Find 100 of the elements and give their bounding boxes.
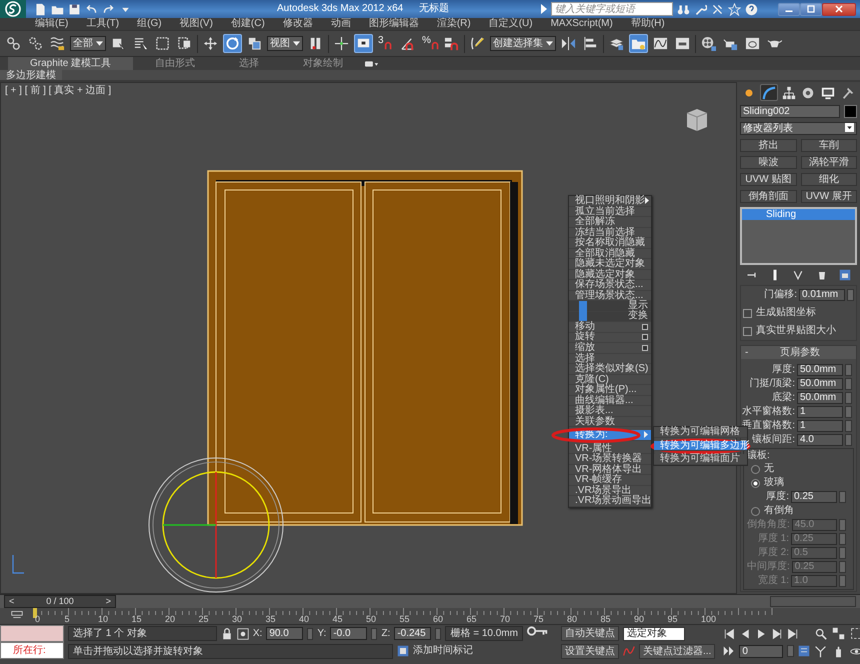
selection-set-dropdown[interactable]: 选定对象 [623, 626, 685, 641]
save-icon[interactable] [68, 2, 81, 16]
menu-item[interactable]: VR-场景转换器 [569, 454, 651, 464]
modifier-button[interactable]: 挤出 [740, 139, 796, 152]
ribbon-panel-label[interactable]: 多边形建模 [0, 70, 62, 80]
modifier-button[interactable]: 涡轮平滑 [800, 156, 857, 169]
toolbar-button[interactable] [26, 34, 45, 53]
go-to-end-icon[interactable] [787, 628, 800, 640]
number-field[interactable]: 50.0mm [797, 378, 843, 390]
menu-item[interactable]: 对象属性(P)... [569, 385, 651, 396]
toolbar-button[interactable] [332, 34, 351, 53]
time-slider-thumb[interactable]: < 0 / 100 > [4, 595, 116, 608]
number-field[interactable]: 50.0mm [797, 364, 843, 376]
toolbar-button[interactable] [354, 34, 373, 53]
menu-item[interactable]: VR-属性 [569, 444, 651, 454]
color-swatch[interactable] [844, 105, 857, 118]
collapse-toggle[interactable]: - [745, 346, 748, 359]
expand-arrow-icon[interactable] [541, 4, 547, 14]
auto-key-button[interactable]: 自动关键点 [561, 626, 619, 642]
options-box-icon[interactable] [642, 334, 648, 340]
search-field[interactable]: 键入关键字或短语 [551, 2, 673, 16]
menu-item[interactable]: .VR场景动画导出 [569, 496, 651, 506]
absolute-mode-icon[interactable] [236, 628, 249, 640]
help-icon[interactable] [745, 2, 758, 16]
dropdown[interactable]: 视图 [267, 36, 303, 51]
stack-item[interactable]: Sliding [742, 209, 855, 220]
object-name-field[interactable]: Sliding002 [740, 105, 840, 118]
play-icon[interactable] [755, 628, 768, 640]
options-box-icon[interactable] [642, 344, 648, 351]
menu-item[interactable]: 图形编辑器 [368, 18, 419, 30]
modifier-button[interactable]: 车削 [800, 139, 857, 152]
number-field[interactable]: 0.25 [791, 491, 837, 503]
zoom-icon[interactable] [814, 627, 828, 640]
fork-icon[interactable] [792, 269, 804, 281]
maximize-button[interactable] [800, 2, 822, 16]
close-button[interactable] [822, 2, 856, 16]
panel-tab[interactable] [760, 84, 778, 101]
menu-item[interactable]: 摄影表... [569, 406, 651, 416]
menu-item[interactable]: 组(G) [137, 18, 162, 30]
menu-item[interactable]: 曲线编辑器... [569, 396, 651, 406]
menu-item[interactable]: 选择 [569, 354, 651, 364]
frame-field[interactable]: 0 [739, 644, 784, 658]
time-config-icon[interactable] [798, 645, 810, 657]
coordinate-field[interactable]: -0.0 [330, 627, 368, 640]
view-cube-icon[interactable] [684, 107, 710, 133]
ribbon-tab[interactable]: 对象绘制 [281, 57, 366, 70]
key-mode-icon[interactable] [723, 645, 736, 657]
number-field[interactable]: 1 [797, 420, 843, 432]
minimize-button[interactable] [778, 2, 800, 16]
toolbar-button[interactable] [153, 34, 172, 53]
key-icon[interactable] [527, 625, 549, 637]
checkbox[interactable] [743, 326, 752, 336]
menu-item[interactable]: 自定义(U) [488, 18, 533, 30]
radio-button[interactable] [751, 506, 760, 516]
menu-item[interactable]: VR-帧缓存 [569, 475, 651, 486]
set-key-button[interactable]: 设置关键点 [561, 644, 619, 659]
menu-item[interactable]: 移动 [569, 322, 651, 332]
toolbar-button[interactable] [699, 34, 718, 53]
menu-item[interactable]: 全部解冻 [569, 217, 651, 228]
dropdown[interactable]: 全部 [70, 36, 106, 51]
number-field[interactable]: 50.0mm [797, 392, 843, 404]
menu-item[interactable]: 视口照明和阴影 [569, 196, 651, 206]
go-to-start-icon[interactable] [723, 628, 736, 640]
menu-item[interactable]: 旋转 [569, 332, 651, 343]
menu-item[interactable]: 保存场景状态... [569, 280, 651, 290]
menu-item[interactable]: 隐藏未选定对象 [569, 259, 651, 270]
menu-item[interactable]: 视图(V) [180, 18, 213, 30]
coordinate-field[interactable]: -0.245 [394, 627, 432, 640]
menu-item[interactable]: 冻结当前选择 [569, 228, 651, 238]
number-field[interactable]: 0.01mm [799, 289, 845, 301]
coordinate-field[interactable]: 90.0 [266, 627, 304, 640]
menu-item[interactable]: .VR场景导出 [569, 486, 651, 496]
star-icon[interactable] [728, 2, 741, 16]
rollout-title[interactable]: 页扇参数 [748, 346, 852, 359]
menu-item[interactable]: 转换为可编辑网格 [654, 427, 747, 438]
field-of-view-icon[interactable] [814, 644, 828, 658]
zoom-all-icon[interactable] [832, 627, 846, 640]
next-frame-icon[interactable] [771, 628, 784, 640]
viewport-label[interactable]: [ + ] [ 前 ] [ 真实 + 边面 ] [5, 85, 112, 97]
menu-item[interactable]: 编辑(E) [35, 18, 68, 30]
menu-item[interactable]: 创建(C) [230, 18, 265, 30]
menu-item[interactable]: 动画 [330, 18, 351, 30]
ribbon-tab[interactable]: 自由形式 [133, 57, 218, 70]
modifier-button[interactable]: UVW 展开 [800, 190, 857, 203]
dropdown[interactable]: 创建选择集 [490, 36, 556, 51]
binoculars-icon[interactable] [677, 2, 690, 16]
ribbon-tab[interactable]: 选择 [217, 57, 282, 70]
toolbar-button[interactable]: 3 [376, 34, 395, 53]
menu-item[interactable]: 克隆(C) [569, 374, 651, 385]
time-tag-icon[interactable] [397, 645, 409, 658]
menu-item[interactable]: 帮助(H) [630, 18, 665, 30]
configure-icon[interactable] [839, 269, 852, 281]
menu-item[interactable]: 关联参数 [569, 416, 651, 427]
menu-item[interactable]: 缩放 [569, 343, 651, 354]
listener-label[interactable]: 所在行: [0, 642, 64, 659]
modifier-button[interactable]: 倒角剖面 [740, 190, 796, 203]
zoom-extents-icon[interactable] [850, 627, 860, 640]
modifier-button[interactable]: 噪波 [740, 156, 796, 169]
menu-item[interactable]: MAXScript(M) [550, 18, 613, 30]
toolbar-button[interactable] [559, 34, 578, 53]
